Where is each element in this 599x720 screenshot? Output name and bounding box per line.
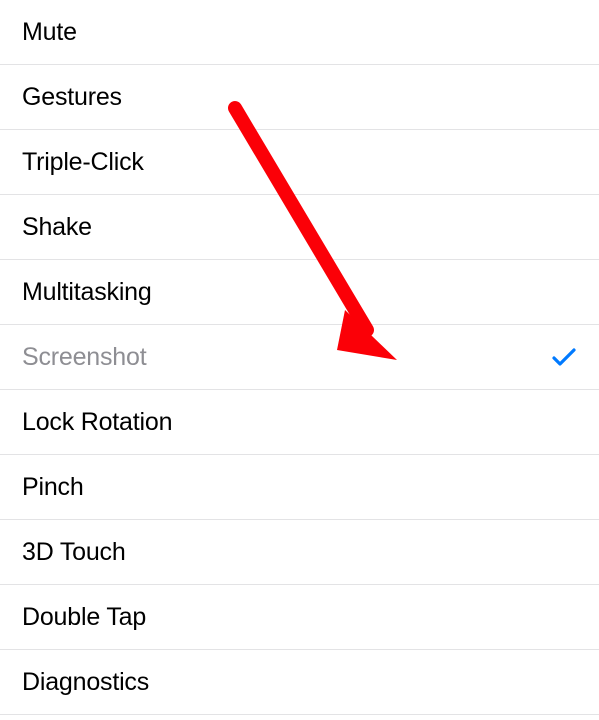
menu-item-label: Gestures bbox=[22, 83, 122, 112]
menu-item-label: Triple-Click bbox=[22, 148, 144, 177]
menu-item-label: Shake bbox=[22, 213, 92, 242]
menu-item-mute[interactable]: Mute bbox=[0, 0, 599, 65]
menu-item-label: Screenshot bbox=[22, 343, 146, 372]
menu-item-label: 3D Touch bbox=[22, 538, 126, 567]
menu-item-pinch[interactable]: Pinch bbox=[0, 455, 599, 520]
menu-item-label: Multitasking bbox=[22, 278, 152, 307]
menu-item-lock-rotation[interactable]: Lock Rotation bbox=[0, 390, 599, 455]
menu-item-label: Pinch bbox=[22, 473, 84, 502]
menu-item-triple-click[interactable]: Triple-Click bbox=[0, 130, 599, 195]
menu-item-label: Double Tap bbox=[22, 603, 146, 632]
menu-item-screenshot[interactable]: Screenshot bbox=[0, 325, 599, 390]
menu-item-label: Diagnostics bbox=[22, 668, 149, 697]
menu-item-label: Lock Rotation bbox=[22, 408, 172, 437]
menu-item-double-tap[interactable]: Double Tap bbox=[0, 585, 599, 650]
menu-item-gestures[interactable]: Gestures bbox=[0, 65, 599, 130]
menu-item-label: Mute bbox=[22, 18, 77, 47]
menu-item-diagnostics[interactable]: Diagnostics bbox=[0, 650, 599, 715]
checkmark-icon bbox=[551, 346, 577, 368]
settings-menu-list: Mute Gestures Triple-Click Shake Multita… bbox=[0, 0, 599, 715]
menu-item-3d-touch[interactable]: 3D Touch bbox=[0, 520, 599, 585]
menu-item-multitasking[interactable]: Multitasking bbox=[0, 260, 599, 325]
menu-item-shake[interactable]: Shake bbox=[0, 195, 599, 260]
